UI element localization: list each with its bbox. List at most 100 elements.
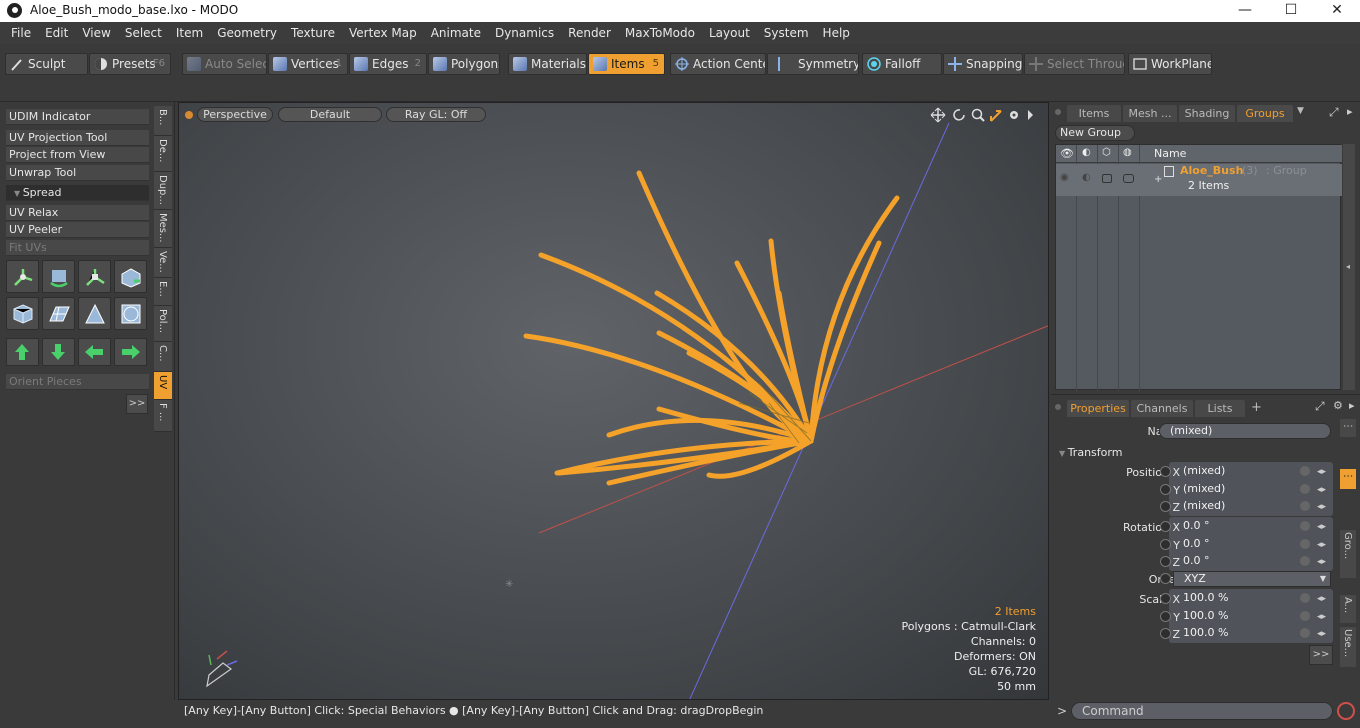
group-row-aloe-bush[interactable]: ◉ ◐ + Aloe_Bush (3) : Group 2 Items	[1056, 164, 1342, 196]
maximize-button[interactable]: ☐	[1268, 0, 1314, 22]
properties-vtab-active[interactable]: ⋮	[1340, 469, 1356, 489]
tabs-dropdown-icon[interactable]: ▼	[1297, 106, 1304, 116]
rotation-x-key-icon[interactable]	[1300, 521, 1310, 531]
menu-help[interactable]: Help	[816, 22, 857, 44]
expand-properties-icon[interactable]: ⤢	[1315, 399, 1325, 414]
move-left-arrow-icon[interactable]	[78, 338, 111, 366]
expand-panel-icon[interactable]: ⤢	[1329, 105, 1339, 120]
panel-options-icon[interactable]: ▸	[1347, 105, 1353, 118]
position-y-radio[interactable]	[1160, 484, 1171, 495]
scale-y-key-icon[interactable]	[1300, 611, 1310, 621]
sculpt-button[interactable]: Sculpt	[5, 53, 88, 75]
more-properties-button[interactable]: >>	[1309, 645, 1333, 665]
lock-toggle-icon[interactable]	[1102, 174, 1112, 183]
minimize-button[interactable]: —	[1222, 0, 1268, 22]
position-y-key-icon[interactable]	[1300, 484, 1310, 494]
properties-gear-icon[interactable]: ⚙	[1333, 399, 1343, 412]
vtab-uv[interactable]: UV	[154, 372, 172, 400]
menu-geometry[interactable]: Geometry	[210, 22, 284, 44]
uv-cube-unwrap-icon[interactable]	[6, 297, 39, 330]
menu-maxtomodo[interactable]: MaxToModo	[618, 22, 702, 44]
vtab-curve[interactable]: C...	[154, 342, 172, 372]
menu-file[interactable]: File	[4, 22, 38, 44]
position-x-arrows-icon[interactable]: ◂▸	[1317, 466, 1329, 478]
properties-vtab-top[interactable]: ⋮	[1340, 419, 1356, 437]
uv-peeler-button[interactable]: UV Peeler	[6, 222, 149, 238]
vtab-mesh-edit[interactable]: Mes...	[154, 210, 172, 248]
uv-scale-icon[interactable]	[78, 260, 111, 293]
rotation-y-arrows-icon[interactable]: ◂▸	[1317, 539, 1329, 551]
tab-groups[interactable]: Groups	[1237, 105, 1293, 122]
visibility-toggle-icon[interactable]: ◉	[1060, 172, 1069, 183]
properties-menu-icon[interactable]	[1055, 404, 1061, 410]
name-field[interactable]: (mixed)	[1159, 423, 1331, 439]
orient-pieces-button[interactable]: Orient Pieces	[6, 374, 149, 390]
vtab-basic[interactable]: B...	[154, 106, 172, 136]
uv-rotate-icon[interactable]	[42, 260, 75, 293]
record-macro-icon[interactable]	[1337, 702, 1355, 720]
menu-system[interactable]: System	[757, 22, 816, 44]
auto-select-button[interactable]: Auto Select	[182, 53, 267, 75]
snapping-button[interactable]: Snapping	[943, 53, 1023, 75]
vtab-duplicate[interactable]: Dup...	[154, 172, 172, 210]
tab-mesh[interactable]: Mesh ...	[1123, 105, 1177, 122]
move-down-arrow-icon[interactable]	[42, 338, 75, 366]
scale-z-arrows-icon[interactable]: ◂▸	[1317, 628, 1329, 640]
presets-button[interactable]: Presets F6	[89, 53, 171, 75]
tab-lists[interactable]: Lists	[1195, 400, 1245, 417]
tab-shading[interactable]: Shading	[1179, 105, 1235, 122]
uv-projection-tool-button[interactable]: UV Projection Tool	[6, 130, 149, 146]
workplane-button[interactable]: WorkPlane	[1128, 53, 1212, 75]
position-z-arrows-icon[interactable]: ◂▸	[1317, 501, 1329, 513]
menu-edit[interactable]: Edit	[38, 22, 75, 44]
name-column-header[interactable]: Name	[1154, 147, 1186, 160]
scale-y-arrows-icon[interactable]: ◂▸	[1317, 611, 1329, 623]
uv-transform-icon[interactable]	[114, 260, 147, 293]
properties-vtab-a[interactable]: A...	[1340, 595, 1356, 623]
position-x-key-icon[interactable]	[1300, 466, 1310, 476]
render-toggle-icon[interactable]: ◐	[1082, 172, 1091, 183]
rotation-z-radio[interactable]	[1160, 556, 1171, 567]
menu-view[interactable]: View	[75, 22, 117, 44]
groups-scrollbar[interactable]: ◂	[1343, 144, 1355, 390]
position-x-radio[interactable]	[1160, 466, 1171, 477]
udim-indicator-button[interactable]: UDIM Indicator	[6, 109, 149, 125]
menu-vertex-map[interactable]: Vertex Map	[342, 22, 424, 44]
scale-z-key-icon[interactable]	[1300, 628, 1310, 638]
rotation-z-arrows-icon[interactable]: ◂▸	[1317, 556, 1329, 568]
expand-toggle-icon[interactable]: +	[1154, 174, 1162, 185]
properties-vtab-groups[interactable]: Gro...	[1340, 530, 1356, 578]
menu-render[interactable]: Render	[561, 22, 618, 44]
spread-section-header[interactable]: ▼ Spread	[6, 185, 149, 201]
position-y-arrows-icon[interactable]: ◂▸	[1317, 484, 1329, 496]
tab-properties[interactable]: Properties	[1067, 400, 1129, 417]
unwrap-tool-button[interactable]: Unwrap Tool	[6, 165, 149, 181]
menu-texture[interactable]: Texture	[284, 22, 342, 44]
new-group-button[interactable]: New Group	[1055, 125, 1135, 141]
scale-x-arrows-icon[interactable]: ◂▸	[1317, 593, 1329, 605]
action-center-button[interactable]: Action Center	[670, 53, 766, 75]
transform-section-header[interactable]: ▼ Transform	[1059, 446, 1122, 459]
order-dropdown[interactable]: XYZ ▼	[1173, 571, 1331, 587]
menu-dynamics[interactable]: Dynamics	[488, 22, 561, 44]
scale-x-radio[interactable]	[1160, 593, 1171, 604]
uv-move-icon[interactable]	[6, 260, 39, 293]
symmetry-button[interactable]: Symmetry	[767, 53, 859, 75]
uv-relax-button[interactable]: UV Relax	[6, 205, 149, 221]
rotation-x-arrows-icon[interactable]: ◂▸	[1317, 521, 1329, 533]
properties-vtab-user[interactable]: Use...	[1340, 627, 1356, 667]
scale-y-radio[interactable]	[1160, 611, 1171, 622]
position-z-radio[interactable]	[1160, 501, 1171, 512]
close-button[interactable]: ✕	[1314, 0, 1360, 22]
order-radio[interactable]	[1160, 573, 1171, 584]
tab-items[interactable]: Items	[1067, 105, 1121, 122]
panel-menu-icon[interactable]	[1055, 109, 1061, 115]
move-up-arrow-icon[interactable]	[6, 338, 39, 366]
edges-button[interactable]: Edges 2	[349, 53, 427, 75]
rotation-y-radio[interactable]	[1160, 539, 1171, 550]
uv-sphere-icon[interactable]	[114, 297, 147, 330]
project-from-view-button[interactable]: Project from View	[6, 147, 149, 163]
add-tab-button[interactable]: +	[1251, 400, 1262, 415]
rotation-y-key-icon[interactable]	[1300, 539, 1310, 549]
select-toggle-icon[interactable]	[1123, 174, 1134, 183]
